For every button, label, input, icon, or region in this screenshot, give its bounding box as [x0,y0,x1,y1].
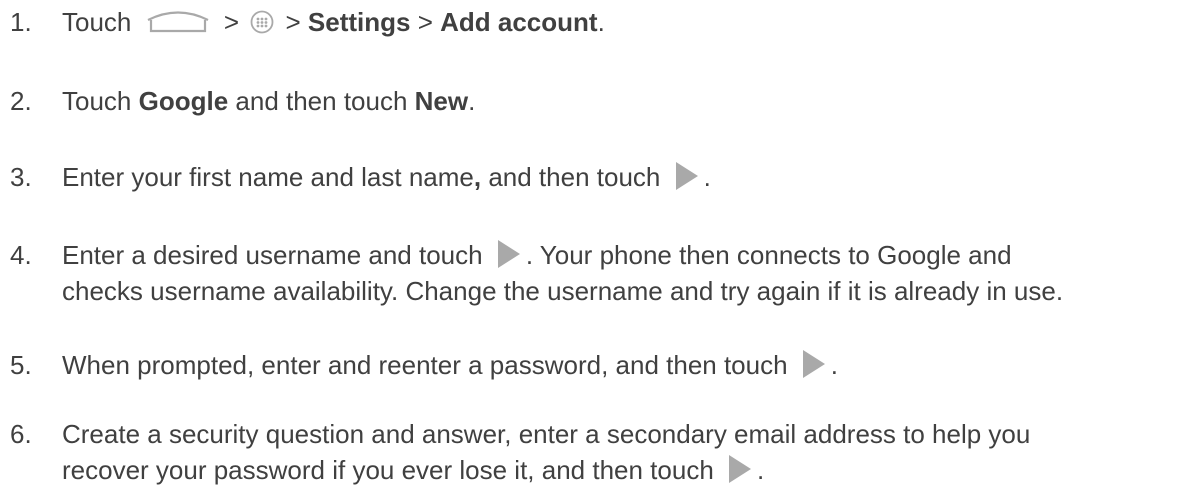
step-4: 4. Enter a desired username and touch . … [0,237,1063,309]
step-5: 5. When prompted, enter and reenter a pa… [0,347,838,383]
step-text: Create a security question and answer, e… [62,419,1031,485]
step-number: 2. [10,86,32,116]
apps-icon [250,7,274,34]
step-1: 1. Touch > > Settings > Add account. [0,4,605,40]
play-icon [497,240,520,269]
play-icon [675,162,698,191]
step-number: 1. [10,7,32,37]
step-number: 4. [10,240,32,270]
new-label: New [414,86,469,116]
instruction-list: 1. Touch > > Settings > Add account. 2. … [0,0,1198,488]
play-icon [729,455,752,484]
step-number: 6. [10,419,32,449]
step-text: Touch > > Settings > Add account. [62,7,605,37]
step-text: Touch Google and then touch New. [62,86,476,116]
play-icon [802,350,825,379]
step-text: Enter your first name and last name, and… [62,162,711,192]
step-text: When prompted, enter and reenter a passw… [62,350,839,380]
home-icon [145,8,211,34]
step-3: 3. Enter your first name and last name, … [0,159,711,195]
settings-label: Settings [307,7,411,37]
step-2: 2. Touch Google and then touch New. [0,83,475,119]
step-number: 5. [10,350,32,380]
step-number: 3. [10,162,32,192]
add-account-label: Add account [440,7,598,37]
google-label: Google [138,86,229,116]
step-text: Enter a desired username and touch . You… [62,240,1064,306]
step-6: 6. Create a security question and answer… [0,416,1030,488]
